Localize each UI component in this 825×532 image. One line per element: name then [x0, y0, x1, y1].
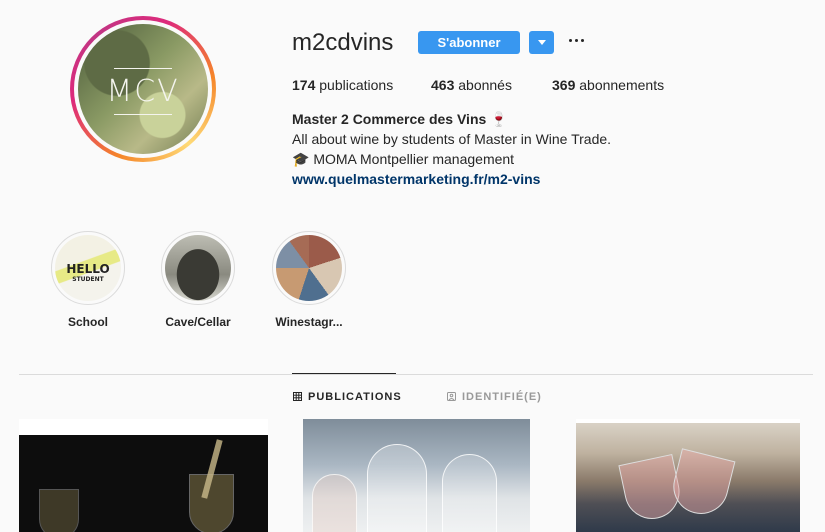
tab-label: IDENTIFIÉ(E) — [462, 391, 542, 403]
highlight-label: Cave/Cellar — [165, 315, 231, 329]
post-image — [292, 419, 541, 532]
highlight-ring — [161, 231, 235, 305]
avatar-image: MCV — [78, 24, 208, 154]
highlight-ring: HELLO STUDENT — [51, 231, 125, 305]
stat-followers[interactable]: 463 abonnés — [431, 77, 512, 93]
tab-publications[interactable]: PUBLICATIONS — [293, 391, 402, 403]
highlight-ring — [272, 231, 346, 305]
profile-avatar[interactable]: MCV — [70, 16, 216, 162]
stat-count: 369 — [552, 77, 576, 93]
post-image — [19, 419, 268, 532]
profile-username: m2cdvins — [292, 29, 394, 56]
tab-tagged[interactable]: IDENTIFIÉ(E) — [447, 391, 542, 403]
highlight-winestagram[interactable]: Winestagr... — [272, 231, 346, 329]
tagged-icon — [447, 392, 456, 401]
stat-count: 463 — [431, 77, 455, 93]
post-image — [564, 419, 813, 532]
highlight-cave-cellar[interactable]: Cave/Cellar — [161, 231, 235, 329]
stat-count: 174 — [292, 77, 316, 93]
stat-label: abonnements — [579, 77, 665, 93]
highlight-student-text: STUDENT — [72, 276, 104, 283]
highlight-cover-image: HELLO STUDENT — [55, 235, 121, 301]
follow-button[interactable]: S'abonner — [418, 31, 520, 54]
post-thumbnail[interactable] — [564, 419, 813, 532]
stat-label: publications — [319, 77, 394, 93]
bio-line-2: 🎓 MOMA Montpellier management — [292, 151, 515, 167]
more-options-icon[interactable] — [569, 34, 587, 46]
highlight-school[interactable]: HELLO STUDENT School — [51, 231, 125, 329]
stat-label: abonnés — [458, 77, 512, 93]
stat-following[interactable]: 369 abonnements — [552, 77, 664, 93]
avatar-inner: MCV — [74, 20, 212, 158]
highlight-cover-image — [276, 235, 342, 301]
avatar-monogram: MCV — [78, 68, 208, 115]
post-thumbnail[interactable] — [19, 419, 268, 532]
highlight-label: Winestagr... — [275, 315, 343, 329]
grid-icon — [293, 392, 302, 401]
post-thumbnail[interactable] — [292, 419, 541, 532]
tab-label: PUBLICATIONS — [308, 391, 402, 403]
bio-name: Master 2 Commerce des Vins 🍷 — [292, 111, 508, 127]
bio-line-1: All about wine by students of Master in … — [292, 131, 612, 147]
tabs-divider — [19, 374, 813, 375]
highlight-hello-text: HELLO — [66, 262, 110, 276]
suggested-dropdown-button[interactable] — [529, 31, 554, 54]
active-tab-indicator — [292, 373, 396, 374]
highlight-cover-image — [165, 235, 231, 301]
stat-publications: 174 publications — [292, 77, 393, 93]
bio-website-link[interactable]: www.quelmastermarketing.fr/m2-vins — [292, 171, 540, 187]
highlight-label: School — [67, 315, 108, 329]
